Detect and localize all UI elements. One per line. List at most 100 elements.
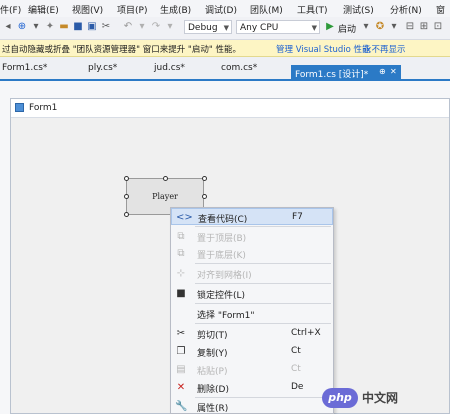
resize-handle-ne[interactable] bbox=[202, 176, 207, 181]
menu-project[interactable]: 项目(P) bbox=[117, 3, 147, 16]
forward-icon[interactable]: ⊕ bbox=[16, 21, 28, 33]
browser-icon[interactable]: ✪ bbox=[374, 21, 386, 33]
menu-item-delete[interactable]: ✕ 删除(D) De bbox=[171, 379, 333, 396]
tab-jud-cs[interactable]: jud.cs* bbox=[154, 63, 185, 73]
cut-icon[interactable]: ✂ bbox=[100, 21, 112, 33]
pin-icon[interactable]: ⊕ bbox=[379, 67, 386, 76]
menu-item-lock-controls[interactable]: ■ 锁定控件(L) bbox=[171, 285, 333, 302]
save-all-icon[interactable]: ▣ bbox=[86, 21, 98, 33]
menu-item-label: 查看代码(C) bbox=[198, 215, 248, 225]
toolbar-overflow-icon[interactable]: ▾ bbox=[388, 21, 400, 33]
menu-item-select-form1[interactable]: 选择 "Form1" bbox=[171, 305, 333, 322]
menu-item-label: 锁定控件(L) bbox=[197, 291, 246, 301]
new-project-icon[interactable]: ▾ bbox=[30, 21, 42, 33]
menu-debug[interactable]: 调试(D) bbox=[205, 3, 237, 16]
open-folder-icon[interactable]: ▬ bbox=[58, 21, 70, 33]
menu-separator bbox=[195, 263, 331, 264]
send-back-icon: ⧉ bbox=[177, 248, 185, 259]
notification-text: 过自动隐藏或折叠 "团队资源管理器" 窗口来提升 "启动" 性能。 bbox=[2, 45, 241, 55]
manage-performance-link[interactable]: 管理 Visual Studio 性能 bbox=[276, 43, 371, 55]
menu-tools[interactable]: 工具(T) bbox=[297, 3, 328, 16]
toolbar-icon-2[interactable]: ⊞ bbox=[418, 21, 430, 33]
resize-handle-w[interactable] bbox=[124, 194, 129, 199]
undo-icon[interactable]: ↶ bbox=[122, 21, 134, 33]
lock-icon: ■ bbox=[176, 288, 186, 299]
menu-team[interactable]: 团队(M) bbox=[250, 3, 283, 16]
menu-item-send-to-back[interactable]: ⧉ 置于底层(K) bbox=[171, 245, 333, 262]
menu-test[interactable]: 测试(S) bbox=[343, 3, 374, 16]
resize-handle-nw[interactable] bbox=[124, 176, 129, 181]
document-tabs: Form1.cs* ply.cs* jud.cs* com.cs* Form1.… bbox=[0, 57, 450, 81]
menu-separator bbox=[195, 303, 331, 304]
menu-item-label: 剪切(T) bbox=[197, 331, 228, 341]
tab-ply-cs[interactable]: ply.cs* bbox=[88, 63, 117, 73]
delete-icon: ✕ bbox=[176, 382, 186, 393]
watermark-logo: php bbox=[322, 388, 358, 408]
form-titlebar: Form1 bbox=[11, 99, 449, 118]
solution-config-select[interactable]: Debug ▼ bbox=[184, 20, 232, 34]
copy-icon: ❐ bbox=[176, 346, 186, 357]
grid-icon: ⊹ bbox=[176, 268, 186, 279]
tab-form1-design[interactable]: Form1.cs [设计]* ⊕ ✕ bbox=[291, 65, 401, 80]
menu-item-shortcut: Ct bbox=[291, 346, 301, 356]
save-icon[interactable]: ■ bbox=[72, 21, 84, 33]
menu-item-label: 置于顶层(B) bbox=[197, 234, 247, 244]
code-icon: <> bbox=[176, 212, 193, 223]
menu-item-view-code[interactable]: <> 查看代码(C) F7 bbox=[171, 208, 333, 225]
menu-item-copy[interactable]: ❐ 复制(Y) Ct bbox=[171, 343, 333, 360]
menu-view[interactable]: 视图(V) bbox=[72, 3, 103, 16]
menu-item-properties[interactable]: 🔧 属性(R) bbox=[171, 398, 333, 414]
resize-handle-sw[interactable] bbox=[124, 212, 129, 217]
menu-build[interactable]: 生成(B) bbox=[160, 3, 191, 16]
start-button[interactable]: 启动 bbox=[338, 22, 356, 35]
resize-handle-n[interactable] bbox=[163, 176, 168, 181]
tab-com-cs[interactable]: com.cs* bbox=[221, 63, 257, 73]
menu-item-cut[interactable]: ✂ 剪切(T) Ctrl+X bbox=[171, 325, 333, 342]
platform-select[interactable]: Any CPU ▼ bbox=[236, 20, 320, 34]
watermark-text: 中文网 bbox=[362, 391, 399, 405]
menu-item-label: 删除(D) bbox=[197, 385, 229, 395]
menu-file[interactable]: 件(F) bbox=[0, 3, 21, 16]
resize-handle-e[interactable] bbox=[202, 194, 207, 199]
menu-item-shortcut: De bbox=[291, 382, 304, 392]
wrench-icon: 🔧 bbox=[175, 401, 188, 412]
form-icon bbox=[15, 103, 24, 112]
menu-item-label: 属性(R) bbox=[197, 404, 229, 414]
undo-dropdown-icon[interactable]: ▾ bbox=[136, 21, 148, 33]
toolbar: ◂ ⊕ ▾ ✦ ▬ ■ ▣ ✂ ↶ ▾ ↷ ▾ Debug ▼ Any CPU … bbox=[0, 17, 450, 40]
new-item-icon[interactable]: ✦ bbox=[44, 21, 56, 33]
toolbar-icon-3[interactable]: ⊡ bbox=[432, 21, 444, 33]
menu-edit[interactable]: 编辑(E) bbox=[28, 3, 59, 16]
menu-item-shortcut: Ct bbox=[291, 364, 301, 374]
play-icon[interactable]: ▶ bbox=[324, 21, 336, 33]
tab-form1-cs[interactable]: Form1.cs* bbox=[2, 63, 47, 73]
toolbar-icon[interactable]: ⊟ bbox=[404, 21, 416, 33]
context-menu: <> 查看代码(C) F7 ⧉ 置于顶层(B) ⧉ 置于底层(K) ⊹ 对齐到网… bbox=[170, 207, 334, 414]
menu-item-shortcut: F7 bbox=[292, 212, 303, 222]
close-icon[interactable]: ✕ bbox=[390, 67, 397, 76]
chevron-down-icon: ▼ bbox=[223, 24, 229, 32]
menu-separator bbox=[195, 283, 331, 284]
paste-icon: ▤ bbox=[176, 364, 186, 375]
menu-window[interactable]: 窗 bbox=[436, 3, 445, 16]
never-show-again-link[interactable]: 永不再显示 bbox=[363, 43, 406, 55]
menu-item-bring-to-front[interactable]: ⧉ 置于顶层(B) bbox=[171, 228, 333, 245]
start-dropdown-icon[interactable]: ▾ bbox=[360, 21, 372, 33]
tab-form1-design-label: Form1.cs [设计]* bbox=[295, 70, 369, 80]
back-icon[interactable]: ◂ bbox=[2, 21, 14, 33]
menu-analyze[interactable]: 分析(N) bbox=[390, 3, 422, 16]
scissors-icon: ✂ bbox=[176, 328, 186, 339]
redo-dropdown-icon[interactable]: ▾ bbox=[164, 21, 176, 33]
menu-item-align-to-grid[interactable]: ⊹ 对齐到网格(I) bbox=[171, 265, 333, 282]
menu-item-label: 选择 "Form1" bbox=[197, 311, 255, 321]
menu-item-paste[interactable]: ▤ 粘贴(P) Ct bbox=[171, 361, 333, 378]
menu-separator bbox=[195, 323, 331, 324]
menu-separator bbox=[195, 226, 331, 227]
chevron-down-icon: ▼ bbox=[311, 24, 317, 32]
form-title: Form1 bbox=[29, 103, 58, 113]
redo-icon[interactable]: ↷ bbox=[150, 21, 162, 33]
menu-item-label: 复制(Y) bbox=[197, 349, 228, 359]
menu-item-shortcut: Ctrl+X bbox=[291, 328, 321, 338]
watermark: php 中文网 bbox=[320, 384, 450, 414]
menu-bar: 件(F) 编辑(E) 视图(V) 项目(P) 生成(B) 调试(D) 团队(M)… bbox=[0, 0, 450, 17]
